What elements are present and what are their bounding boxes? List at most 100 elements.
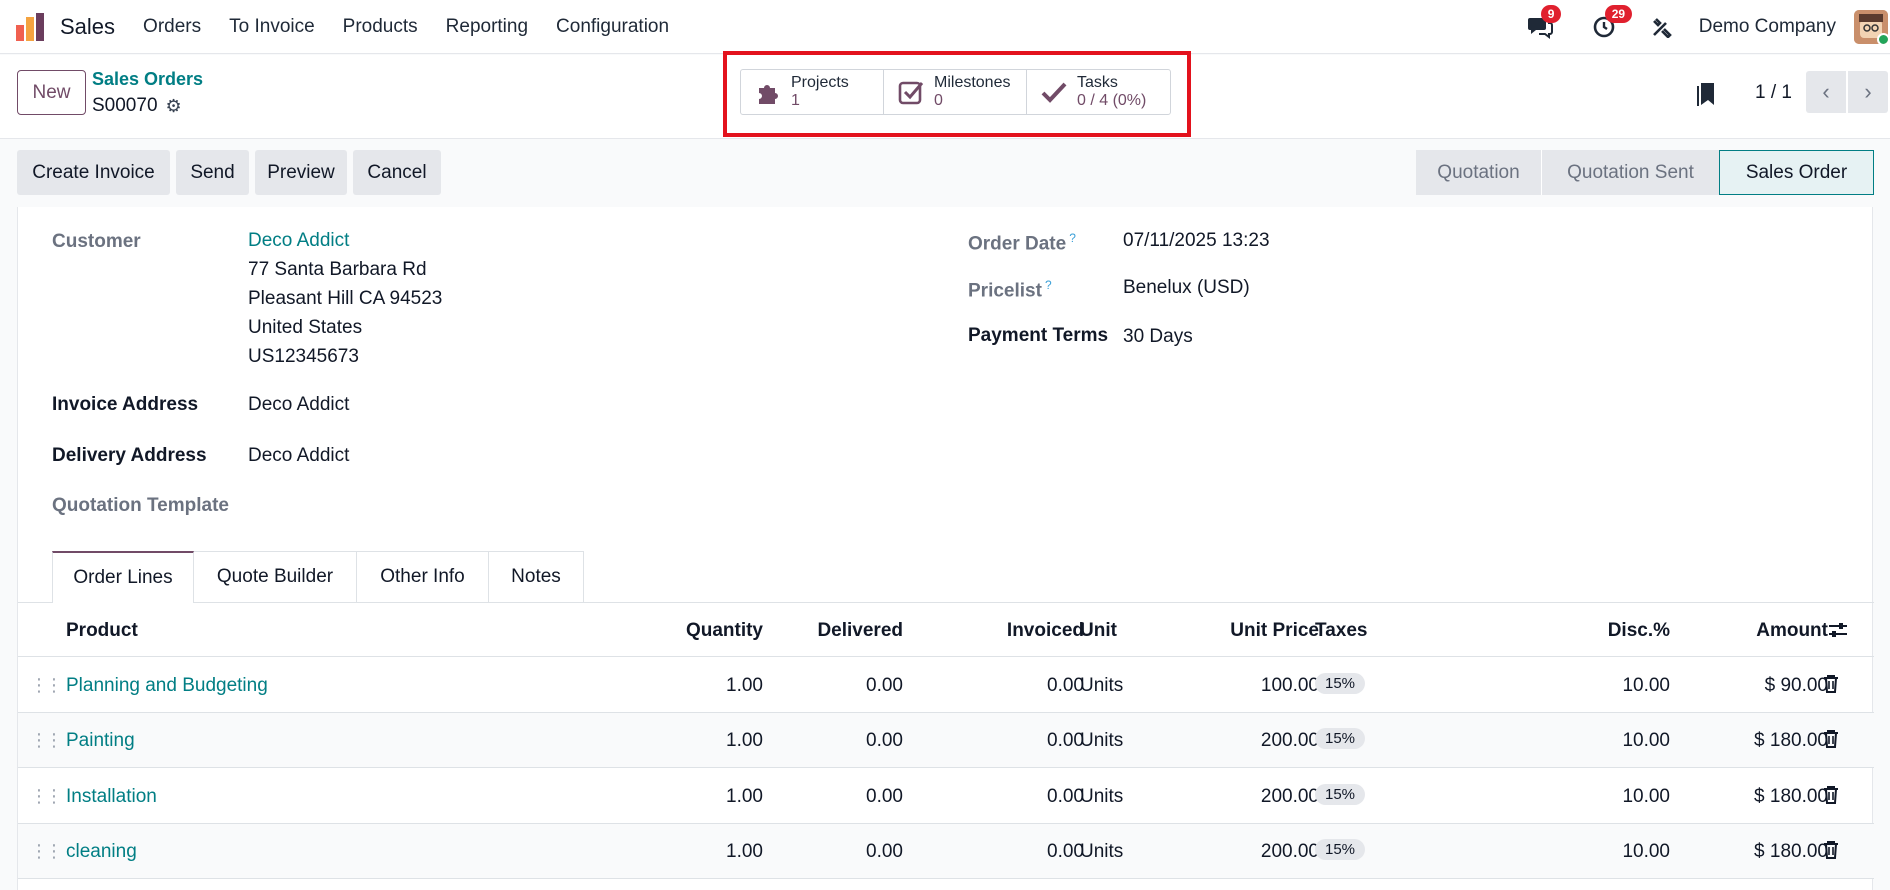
- quantity-cell[interactable]: 1.00: [726, 786, 763, 808]
- drag-handle-icon[interactable]: ⋮⋮: [30, 730, 63, 751]
- trash-icon[interactable]: [1823, 840, 1839, 865]
- delivered-cell[interactable]: 0.00: [866, 841, 903, 863]
- table-row[interactable]: ⋮⋮ Planning and Budgeting 1.00 0.00 0.00…: [18, 658, 1874, 713]
- stage-quotation-sent[interactable]: Quotation Sent: [1541, 150, 1719, 195]
- quantity-cell[interactable]: 1.00: [726, 675, 763, 697]
- checkbox-icon: [896, 79, 926, 105]
- trash-icon[interactable]: [1823, 729, 1839, 754]
- quantity-cell[interactable]: 1.00: [726, 841, 763, 863]
- pager-previous-button[interactable]: ‹: [1806, 71, 1846, 113]
- delivered-cell[interactable]: 0.00: [866, 675, 903, 697]
- col-discount[interactable]: Disc.%: [1608, 620, 1670, 642]
- bookmark-icon[interactable]: [1696, 81, 1716, 113]
- invoiced-cell[interactable]: 0.00: [1047, 786, 1084, 808]
- tab-notes[interactable]: Notes: [489, 551, 584, 603]
- unit-price-cell[interactable]: 100.00: [1261, 675, 1319, 697]
- tasks-smart-button[interactable]: Tasks 0 / 4 (0%): [1027, 70, 1170, 114]
- delivery-address-field[interactable]: Deco Addict: [248, 441, 349, 470]
- unit-cell[interactable]: Units: [1080, 786, 1123, 808]
- activities-icon[interactable]: 29: [1589, 5, 1633, 42]
- unit-price-cell[interactable]: 200.00: [1261, 730, 1319, 752]
- trash-icon[interactable]: [1823, 785, 1839, 810]
- app-name[interactable]: Sales: [60, 14, 115, 40]
- invoiced-cell[interactable]: 0.00: [1047, 841, 1084, 863]
- quantity-cell[interactable]: 1.00: [726, 730, 763, 752]
- invoice-address-field[interactable]: Deco Addict: [248, 390, 349, 419]
- create-invoice-button[interactable]: Create Invoice: [17, 150, 170, 195]
- table-row[interactable]: ⋮⋮ Painting 1.00 0.00 0.00 Units 200.00 …: [18, 713, 1874, 768]
- menu-to-invoice[interactable]: To Invoice: [229, 16, 315, 38]
- unit-cell[interactable]: Units: [1080, 730, 1123, 752]
- help-tooltip-icon[interactable]: ?: [1069, 231, 1076, 245]
- discount-cell[interactable]: 10.00: [1622, 841, 1670, 863]
- stage-quotation[interactable]: Quotation: [1416, 150, 1541, 195]
- debug-tools-icon[interactable]: [1647, 12, 1677, 42]
- col-amount[interactable]: Amount: [1756, 620, 1828, 642]
- product-cell[interactable]: cleaning: [66, 841, 137, 863]
- product-cell[interactable]: Installation: [66, 786, 157, 808]
- col-unit-price[interactable]: Unit Price: [1230, 620, 1319, 642]
- amount-cell: $ 180.00: [1754, 841, 1828, 862]
- preview-button[interactable]: Preview: [255, 150, 347, 195]
- tab-quote-builder[interactable]: Quote Builder: [194, 551, 357, 603]
- sales-app-icon[interactable]: [14, 11, 46, 43]
- tax-badge[interactable]: 15%: [1315, 839, 1366, 860]
- menu-products[interactable]: Products: [343, 16, 418, 38]
- drag-handle-icon[interactable]: ⋮⋮: [30, 841, 63, 862]
- tax-badge[interactable]: 15%: [1315, 784, 1366, 805]
- company-switcher[interactable]: Demo Company: [1699, 16, 1836, 38]
- stage-sales-order[interactable]: Sales Order: [1719, 150, 1874, 195]
- new-button[interactable]: New: [17, 70, 86, 115]
- tax-badge[interactable]: 15%: [1315, 728, 1366, 749]
- projects-value: 1: [791, 92, 800, 109]
- user-avatar[interactable]: [1854, 10, 1888, 44]
- discount-cell[interactable]: 10.00: [1622, 675, 1670, 697]
- milestones-smart-button[interactable]: Milestones 0: [884, 70, 1027, 114]
- milestones-value: 0: [934, 92, 943, 109]
- customer-link[interactable]: Deco Addict: [248, 226, 442, 255]
- delivered-cell[interactable]: 0.00: [866, 730, 903, 752]
- drag-handle-icon[interactable]: ⋮⋮: [30, 675, 63, 696]
- table-row[interactable]: ⋮⋮ Installation 1.00 0.00 0.00 Units 200…: [18, 769, 1874, 824]
- menu-configuration[interactable]: Configuration: [556, 16, 669, 38]
- send-button[interactable]: Send: [176, 150, 249, 195]
- gear-icon[interactable]: ⚙: [166, 96, 182, 117]
- pager-next-button[interactable]: ›: [1848, 71, 1888, 113]
- delivered-cell[interactable]: 0.00: [866, 786, 903, 808]
- discount-cell[interactable]: 10.00: [1622, 730, 1670, 752]
- menu-reporting[interactable]: Reporting: [446, 16, 528, 38]
- unit-cell[interactable]: Units: [1080, 841, 1123, 863]
- table-row[interactable]: ⋮⋮ cleaning 1.00 0.00 0.00 Units 200.00 …: [18, 824, 1874, 879]
- product-cell[interactable]: Planning and Budgeting: [66, 675, 268, 697]
- col-product[interactable]: Product: [66, 620, 138, 642]
- drag-handle-icon[interactable]: ⋮⋮: [30, 786, 63, 807]
- unit-price-cell[interactable]: 200.00: [1261, 841, 1319, 863]
- unit-price-cell[interactable]: 200.00: [1261, 786, 1319, 808]
- order-date-field[interactable]: 07/11/2025 13:23: [1123, 226, 1270, 255]
- invoiced-cell[interactable]: 0.00: [1047, 675, 1084, 697]
- unit-cell[interactable]: Units: [1080, 675, 1123, 697]
- invoiced-cell[interactable]: 0.00: [1047, 730, 1084, 752]
- pager-value[interactable]: 1 / 1: [1755, 82, 1792, 104]
- discount-cell[interactable]: 10.00: [1622, 786, 1670, 808]
- product-cell[interactable]: Painting: [66, 730, 135, 752]
- col-quantity[interactable]: Quantity: [686, 620, 763, 642]
- cancel-button[interactable]: Cancel: [353, 150, 441, 195]
- messages-icon[interactable]: 9: [1525, 5, 1562, 42]
- col-unit[interactable]: Unit: [1080, 620, 1117, 642]
- tab-order-lines[interactable]: Order Lines: [52, 551, 194, 603]
- tax-badge[interactable]: 15%: [1315, 673, 1366, 694]
- payment-terms-field[interactable]: 30 Days: [1123, 322, 1193, 351]
- menu-orders[interactable]: Orders: [143, 16, 201, 38]
- trash-icon[interactable]: [1823, 674, 1839, 699]
- projects-smart-button[interactable]: Projects 1: [741, 70, 884, 114]
- col-taxes[interactable]: Taxes: [1315, 620, 1367, 642]
- col-invoiced[interactable]: Invoiced: [1007, 620, 1084, 642]
- customer-address-line: United States: [248, 317, 363, 338]
- pricelist-field[interactable]: Benelux (USD): [1123, 273, 1250, 302]
- help-tooltip-icon[interactable]: ?: [1045, 278, 1052, 292]
- column-settings-icon[interactable]: [1828, 621, 1848, 645]
- col-delivered[interactable]: Delivered: [817, 620, 903, 642]
- tab-other-info[interactable]: Other Info: [357, 551, 489, 603]
- breadcrumb-sales-orders[interactable]: Sales Orders: [92, 69, 203, 90]
